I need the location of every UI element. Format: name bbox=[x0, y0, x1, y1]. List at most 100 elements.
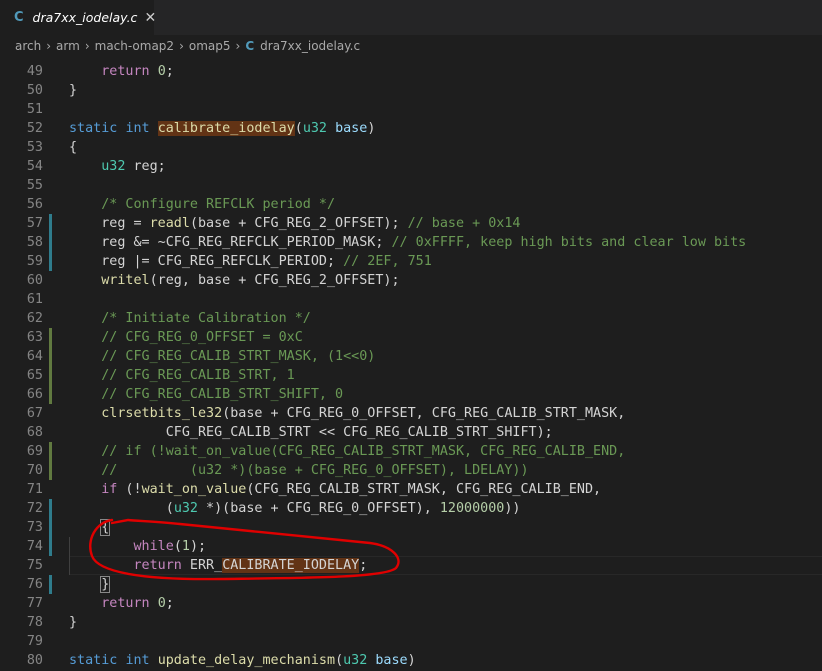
code-line[interactable]: 71 if (!wait_on_value(CFG_REG_CALIB_STRT… bbox=[0, 480, 822, 499]
code-line[interactable]: 76 } bbox=[0, 575, 822, 594]
line-number: 65 bbox=[26, 368, 43, 383]
chevron-right-icon: › bbox=[84, 39, 90, 53]
gutter-modified-marker[interactable] bbox=[49, 328, 52, 347]
gutter-modified-marker[interactable] bbox=[49, 385, 52, 404]
code-line[interactable]: 78} bbox=[0, 613, 822, 632]
gutter-modified-marker[interactable] bbox=[49, 347, 52, 366]
code-line[interactable]: 75 return ERR_CALIBRATE_IODELAY; bbox=[0, 556, 822, 575]
line-number: 76 bbox=[26, 577, 43, 592]
gutter-added-marker[interactable] bbox=[49, 233, 52, 252]
code-line[interactable]: 80 static int update_delay_mechanism(u32 … bbox=[0, 651, 822, 670]
c-file-icon: C bbox=[245, 39, 255, 53]
code-line[interactable]: 51 bbox=[0, 100, 822, 119]
code-line[interactable]: 50} bbox=[0, 81, 822, 100]
c-file-icon: C bbox=[14, 10, 24, 25]
code-text: static int calibrate_iodelay(u32 base) bbox=[69, 121, 376, 136]
line-number: 58 bbox=[26, 235, 43, 250]
code-text: { bbox=[100, 519, 111, 536]
code-text: writel(reg, base + CFG_REG_2_OFFSET); bbox=[101, 273, 400, 288]
gutter-modified-marker[interactable] bbox=[49, 461, 52, 480]
code-line[interactable]: 64 // CFG_REG_CALIB_STRT_MASK, (1<<0) bbox=[0, 347, 822, 366]
code-line[interactable]: 62 /* Initiate Calibration */ bbox=[0, 309, 822, 328]
gutter-added-marker[interactable] bbox=[49, 499, 52, 518]
line-number: 70 bbox=[26, 463, 43, 478]
line-number: 49 bbox=[26, 64, 43, 79]
line-number: 60 bbox=[26, 273, 43, 288]
line-number: 73 bbox=[26, 520, 43, 535]
code-line[interactable]: 65 // CFG_REG_CALIB_STRT, 1 bbox=[0, 366, 822, 385]
code-line[interactable]: 72 (u32 *)(base + CFG_REG_0_OFFSET), 120… bbox=[0, 499, 822, 518]
gutter-added-marker[interactable] bbox=[49, 252, 52, 271]
code-text: reg |= CFG_REG_REFCLK_PERIOD; // 2EF, 75… bbox=[69, 254, 432, 269]
gutter-added-marker[interactable] bbox=[49, 537, 52, 556]
code-line[interactable]: 49 return 0; bbox=[0, 62, 822, 81]
code-line[interactable]: 59 reg |= CFG_REG_REFCLK_PERIOD; // 2EF,… bbox=[0, 252, 822, 271]
line-number: 66 bbox=[26, 387, 43, 402]
code-line[interactable]: 55 bbox=[0, 176, 822, 195]
code-line[interactable]: 63 // CFG_REG_0_OFFSET = 0xC bbox=[0, 328, 822, 347]
code-line[interactable]: 52 static int calibrate_iodelay(u32 base) bbox=[0, 119, 822, 138]
code-line[interactable]: 69 // if (!wait_on_value(CFG_REG_CALIB_S… bbox=[0, 442, 822, 461]
breadcrumb-item-file[interactable]: dra7xx_iodelay.c bbox=[260, 39, 360, 53]
close-icon[interactable]: ✕ bbox=[144, 10, 156, 26]
code-text: // (u32 *)(base + CFG_REG_0_OFFSET), LDE… bbox=[101, 463, 529, 478]
breadcrumb-item-omap5[interactable]: omap5 bbox=[189, 39, 231, 53]
breadcrumb-item-mach-omap2[interactable]: mach-omap2 bbox=[95, 39, 174, 53]
code-text: } bbox=[100, 576, 111, 593]
code-line[interactable]: 61 bbox=[0, 290, 822, 309]
code-text: // CFG_REG_CALIB_STRT_SHIFT, 0 bbox=[101, 387, 344, 402]
code-line[interactable]: 60 writel(reg, base + CFG_REG_2_OFFSET); bbox=[0, 271, 822, 290]
code-line[interactable]: 53 { bbox=[0, 138, 822, 157]
code-text: /* Configure REFCLK period */ bbox=[101, 197, 336, 212]
code-text: static int update_delay_mechanism(u32 ba… bbox=[69, 653, 416, 668]
chevron-right-icon: › bbox=[46, 39, 52, 53]
code-text: clrsetbits_le32(base + CFG_REG_0_OFFSET,… bbox=[101, 406, 626, 421]
breadcrumb-item-arch[interactable]: arch bbox=[15, 39, 41, 53]
line-number: 53 bbox=[26, 140, 43, 155]
line-number: 56 bbox=[26, 197, 43, 212]
gutter-modified-marker[interactable] bbox=[49, 366, 52, 385]
code-text: reg = readl(base + CFG_REG_2_OFFSET); //… bbox=[69, 216, 521, 231]
code-line[interactable]: 57 reg = readl(base + CFG_REG_2_OFFSET);… bbox=[0, 214, 822, 233]
code-text: // CFG_REG_0_OFFSET = 0xC bbox=[101, 330, 303, 345]
code-line[interactable]: 79 bbox=[0, 632, 822, 651]
line-number: 67 bbox=[26, 406, 43, 421]
code-editor[interactable]: 49 return 0; 50} 51 52 static int calibrate_… bbox=[0, 57, 822, 671]
code-line[interactable]: 68 CFG_REG_CALIB_STRT << CFG_REG_CALIB_S… bbox=[0, 423, 822, 442]
line-number: 80 bbox=[26, 653, 43, 668]
code-text: u32 reg; bbox=[101, 159, 166, 174]
line-number: 55 bbox=[26, 178, 43, 193]
code-text: } bbox=[69, 615, 78, 630]
line-number: 52 bbox=[26, 121, 43, 136]
line-number: 57 bbox=[26, 216, 43, 231]
line-number: 54 bbox=[26, 159, 43, 174]
code-text: // if (!wait_on_value(CFG_REG_CALIB_STRT… bbox=[101, 444, 626, 459]
code-line[interactable]: 70 // (u32 *)(base + CFG_REG_0_OFFSET), … bbox=[0, 461, 822, 480]
gutter-modified-marker[interactable] bbox=[49, 442, 52, 461]
line-number: 50 bbox=[26, 83, 43, 98]
line-number: 74 bbox=[26, 539, 43, 554]
breadcrumb: arch › arm › mach-omap2 › omap5 › C dra7… bbox=[0, 35, 822, 57]
code-line[interactable]: 73 { bbox=[0, 518, 822, 537]
breadcrumb-item-arm[interactable]: arm bbox=[56, 39, 80, 53]
chevron-right-icon: › bbox=[235, 39, 241, 53]
code-line[interactable]: 77 return 0; bbox=[0, 594, 822, 613]
gutter-added-marker[interactable] bbox=[49, 518, 52, 537]
gutter-added-marker[interactable] bbox=[49, 214, 52, 233]
line-number: 78 bbox=[26, 615, 43, 630]
gutter-added-marker[interactable] bbox=[49, 575, 52, 594]
code-text: // CFG_REG_CALIB_STRT, 1 bbox=[101, 368, 295, 383]
code-line[interactable]: 56 /* Configure REFCLK period */ bbox=[0, 195, 822, 214]
code-line[interactable]: 54 u32 reg; bbox=[0, 157, 822, 176]
tab-dra7xx-iodelay[interactable]: C dra7xx_iodelay.c ✕ bbox=[0, 0, 156, 35]
code-line[interactable]: 58 reg &= ~CFG_REG_REFCLK_PERIOD_MASK; /… bbox=[0, 233, 822, 252]
code-line[interactable]: 66 // CFG_REG_CALIB_STRT_SHIFT, 0 bbox=[0, 385, 822, 404]
line-number: 71 bbox=[26, 482, 43, 497]
code-line[interactable]: 67 clrsetbits_le32(base + CFG_REG_0_OFFS… bbox=[0, 404, 822, 423]
code-text: return 0; bbox=[101, 596, 174, 611]
code-text: if (!wait_on_value(CFG_REG_CALIB_STRT_MA… bbox=[101, 482, 602, 497]
tab-title: dra7xx_iodelay.c bbox=[32, 10, 138, 25]
line-number: 63 bbox=[26, 330, 43, 345]
code-line[interactable]: 74 while(1); bbox=[0, 537, 822, 556]
code-text: reg &= ~CFG_REG_REFCLK_PERIOD_MASK; // 0… bbox=[69, 235, 747, 250]
